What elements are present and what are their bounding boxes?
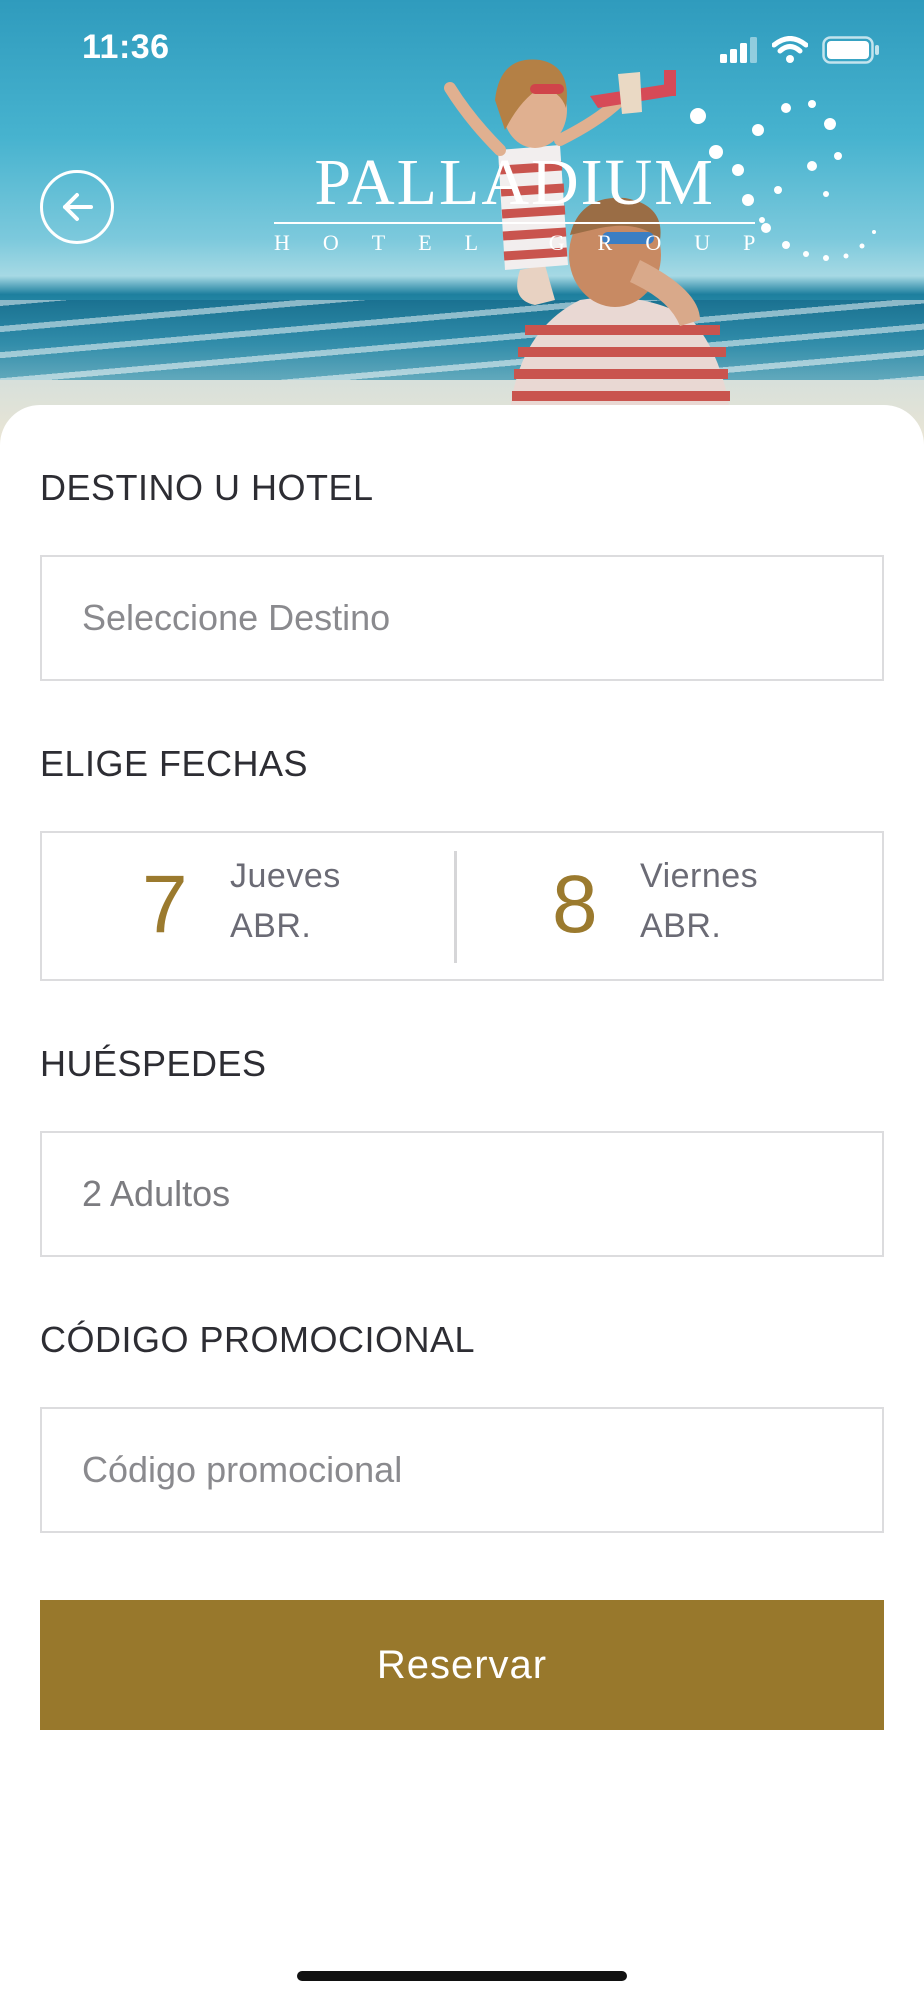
signal-bars-icon <box>720 37 757 63</box>
check-out-day-number: 8 <box>552 859 598 950</box>
back-button[interactable] <box>40 170 114 244</box>
wifi-icon <box>772 36 808 63</box>
logo-name: PALLADIUM <box>314 146 715 219</box>
check-out-month: ABR. <box>640 907 722 945</box>
date-divider <box>454 851 457 963</box>
guests-value: 2 Adultos <box>82 1173 231 1214</box>
logo-subtitle: HOTEL GROUP <box>274 230 789 255</box>
date-range-picker[interactable]: 7 Jueves ABR. 8 Viernes ABR. <box>40 831 884 981</box>
check-in-month: ABR. <box>230 907 312 945</box>
promo-placeholder: Código promocional <box>82 1449 403 1490</box>
battery-icon <box>822 36 879 64</box>
palladium-logo: PALLADIUM HOTEL GROUP <box>274 146 756 254</box>
status-time: 11:36 <box>82 28 170 66</box>
destination-select[interactable]: Seleccione Destino <box>40 555 884 681</box>
home-indicator <box>297 1971 627 1981</box>
reserve-button[interactable]: Reservar <box>40 1600 884 1730</box>
promo-label: CÓDIGO PROMOCIONAL <box>40 1319 476 1360</box>
logo-rule <box>274 222 756 224</box>
destination-placeholder: Seleccione Destino <box>82 597 391 638</box>
check-out-weekday: Viernes <box>640 857 759 895</box>
arrow-left-circle-icon <box>63 193 93 221</box>
guests-select[interactable]: 2 Adultos <box>40 1131 884 1257</box>
dates-label: ELIGE FECHAS <box>40 743 309 784</box>
check-out-date[interactable]: 8 Viernes ABR. <box>458 833 882 979</box>
guests-label: HUÉSPEDES <box>40 1043 267 1084</box>
check-in-date[interactable]: 7 Jueves ABR. <box>42 833 452 979</box>
booking-form-card: DESTINO U HOTEL Seleccione Destino ELIGE… <box>0 405 924 2000</box>
hero-banner: 11:36 PALLADIUM HOTEL GROUP <box>0 0 924 460</box>
check-in-day-number: 7 <box>142 859 188 950</box>
promo-code-input[interactable]: Código promocional <box>40 1407 884 1533</box>
check-in-weekday: Jueves <box>230 857 341 895</box>
destination-label: DESTINO U HOTEL <box>40 467 374 508</box>
status-icons <box>720 34 880 66</box>
